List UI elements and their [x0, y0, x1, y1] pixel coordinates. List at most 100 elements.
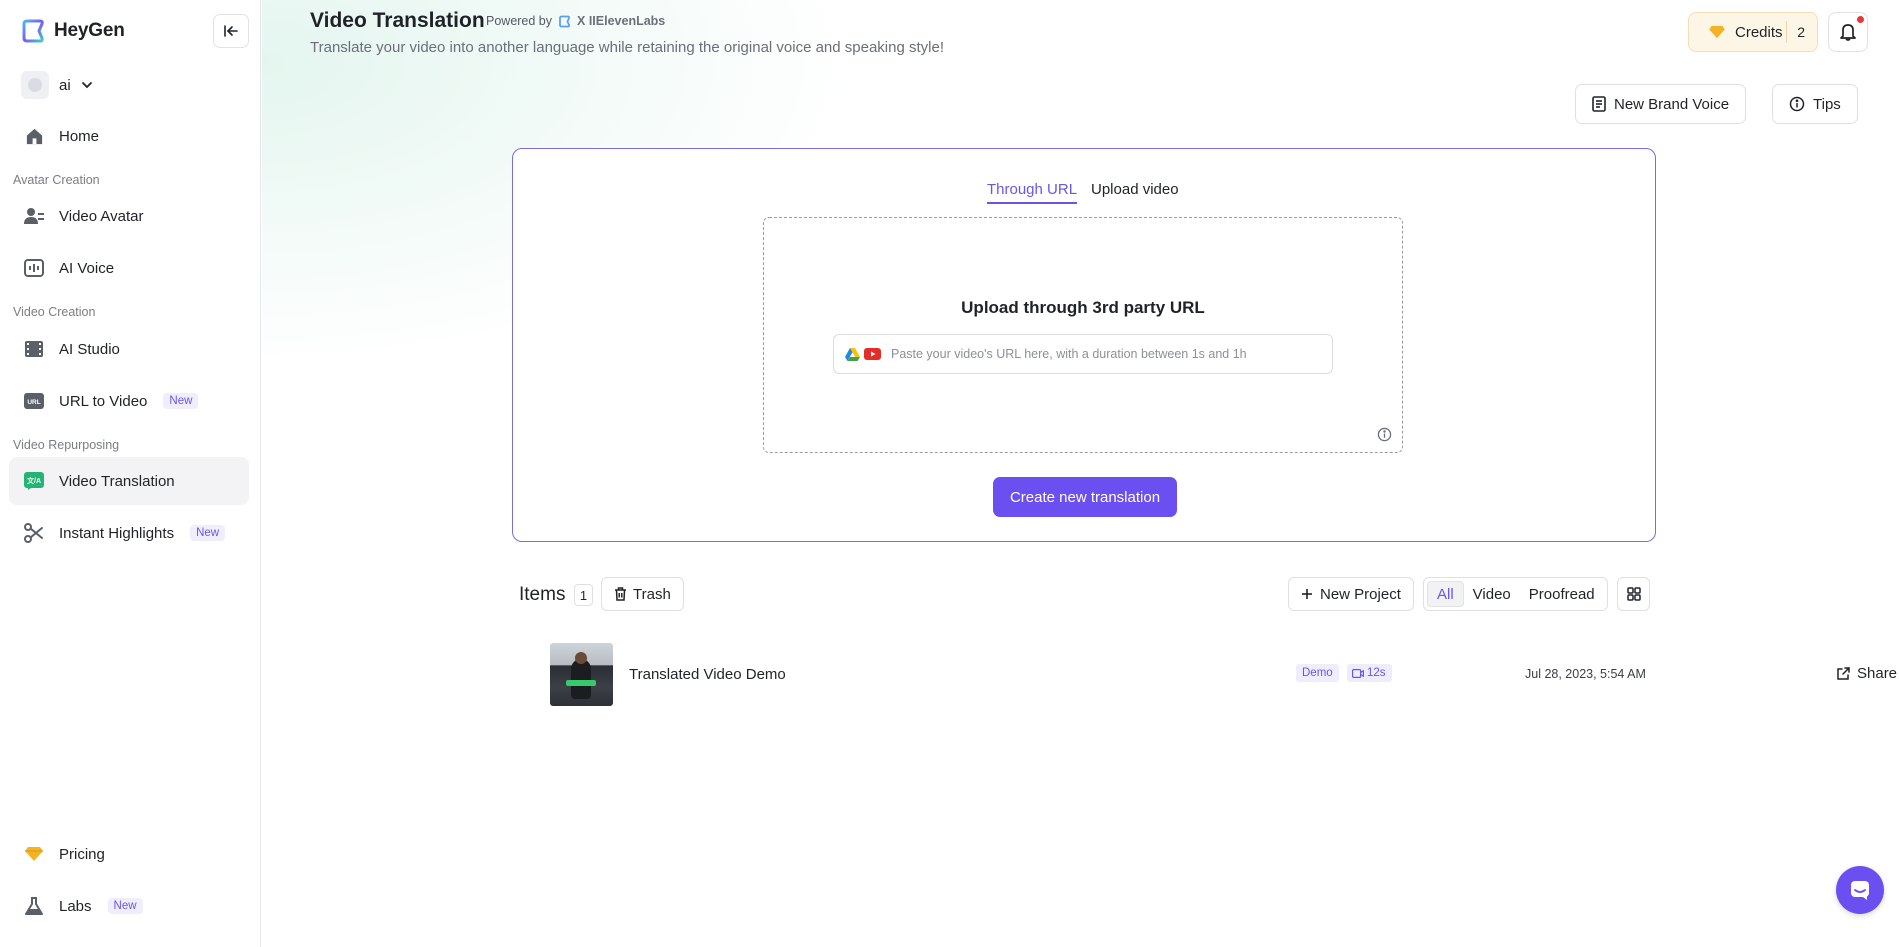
section-label-avatar-creation: Avatar Creation — [13, 173, 100, 187]
tips-button[interactable]: Tips — [1772, 84, 1858, 124]
tab-through-url[interactable]: Through URL — [987, 181, 1078, 204]
table-row[interactable]: Translated Video Demo Demo 12s Jul 28, 2… — [550, 642, 1897, 706]
svg-text:URL: URL — [27, 399, 40, 406]
plus-icon — [1302, 589, 1312, 599]
demo-badge: Demo — [1296, 664, 1339, 682]
sidebar-item-label: Labs — [59, 897, 92, 915]
filter-all[interactable]: All — [1427, 581, 1464, 607]
workspace-avatar — [21, 71, 49, 99]
sidebar-item-label: Video Avatar — [59, 207, 144, 225]
film-icon — [23, 338, 45, 360]
diamond-icon — [23, 843, 45, 865]
sidebar-item-pricing[interactable]: Pricing — [9, 830, 249, 878]
sidebar-item-instant-highlights[interactable]: Instant Highlights New — [9, 509, 249, 557]
sidebar-item-video-translation[interactable]: 文/A Video Translation — [9, 457, 249, 505]
row-date: Jul 28, 2023, 5:54 AM — [1525, 667, 1646, 681]
video-url-input[interactable] — [891, 347, 1311, 361]
share-icon — [1837, 667, 1850, 680]
diamond-icon — [1709, 25, 1725, 39]
page-subtitle: Translate your video into another langua… — [310, 39, 945, 56]
credits-button[interactable]: Credits 2 — [1688, 12, 1818, 52]
url-input-wrapper — [833, 334, 1333, 374]
sidebar-item-label: Home — [59, 127, 100, 145]
video-thumbnail[interactable] — [550, 643, 613, 706]
new-project-label: New Project — [1320, 585, 1401, 603]
sidebar-item-labs[interactable]: Labs New — [9, 882, 249, 930]
google-drive-icon — [845, 347, 860, 361]
heygen-logo-icon — [22, 19, 44, 43]
sidebar-item-label: Pricing — [59, 845, 105, 863]
home-icon — [23, 125, 45, 147]
sidebar: HeyGen ai Home Avatar Creation Video Ava… — [0, 0, 261, 947]
new-brand-voice-label: New Brand Voice — [1614, 95, 1730, 113]
brand-name: HeyGen — [54, 20, 125, 41]
sidebar-item-ai-studio[interactable]: AI Studio — [9, 325, 249, 373]
url-dropzone: Upload through 3rd party URL — [763, 217, 1403, 453]
trash-icon — [615, 587, 626, 601]
trash-button[interactable]: Trash — [601, 577, 684, 611]
notification-dot — [1857, 16, 1864, 23]
flask-icon — [23, 895, 45, 917]
powered-by-label: Powered by — [486, 14, 553, 28]
brand-logo[interactable]: HeyGen — [20, 18, 125, 44]
grid-view-button[interactable] — [1617, 577, 1650, 611]
sidebar-item-label: Video Translation — [59, 472, 175, 490]
share-label: Share — [1857, 665, 1898, 682]
new-badge: New — [163, 393, 199, 409]
workspace-name: ai — [59, 76, 71, 94]
voice-wave-icon — [23, 257, 45, 279]
sidebar-item-url-to-video[interactable]: URL URL to Video New — [9, 377, 249, 425]
sidebar-item-label: AI Voice — [59, 259, 115, 277]
collapse-sidebar-button[interactable] — [213, 14, 249, 48]
credits-count: 2 — [1786, 21, 1817, 43]
section-label-video-creation: Video Creation — [13, 305, 96, 319]
youtube-icon — [864, 348, 881, 360]
heygen-logo-icon — [559, 15, 571, 27]
scissors-icon — [23, 522, 45, 544]
new-badge: New — [107, 898, 143, 914]
new-badge: New — [190, 525, 226, 541]
duration-value: 12s — [1367, 667, 1386, 679]
sidebar-item-label: Instant Highlights — [59, 524, 175, 542]
video-camera-icon — [1352, 668, 1364, 678]
new-brand-voice-button[interactable]: New Brand Voice — [1575, 84, 1747, 124]
tips-label: Tips — [1813, 95, 1841, 113]
item-filter-group: All Video Proofread — [1423, 577, 1608, 611]
upload-card: Through URL Upload video Upload through … — [512, 148, 1656, 542]
support-chat-button[interactable] — [1836, 866, 1884, 914]
workspace-switcher[interactable]: ai — [21, 71, 93, 99]
sidebar-item-ai-voice[interactable]: AI Voice — [9, 244, 249, 292]
filter-video[interactable]: Video — [1464, 581, 1520, 607]
partner-name: X IIElevenLabs — [577, 14, 666, 28]
credits-label: Credits — [1735, 23, 1783, 41]
sidebar-item-label: URL to Video — [59, 392, 148, 410]
svg-text:文/A: 文/A — [27, 476, 41, 485]
powered-by: Powered by X IIElevenLabs — [486, 14, 665, 28]
grid-icon — [1626, 587, 1641, 601]
document-icon — [1592, 96, 1606, 112]
tab-upload-video[interactable]: Upload video — [1091, 181, 1179, 202]
items-count-badge: 1 — [574, 584, 593, 606]
trash-label: Trash — [633, 585, 671, 603]
duration-badge: 12s — [1347, 664, 1392, 682]
user-video-icon — [23, 205, 45, 227]
new-project-button[interactable]: New Project — [1288, 577, 1414, 611]
sidebar-item-label: AI Studio — [59, 340, 120, 358]
row-title[interactable]: Translated Video Demo — [629, 666, 786, 683]
bell-icon — [1840, 24, 1856, 41]
sidebar-item-video-avatar[interactable]: Video Avatar — [9, 192, 249, 240]
info-icon[interactable] — [1377, 427, 1392, 442]
share-button[interactable]: Share — [1836, 665, 1897, 682]
chevron-down-icon — [81, 82, 92, 89]
section-label-video-repurposing: Video Repurposing — [13, 438, 120, 452]
filter-proofread[interactable]: Proofread — [1520, 581, 1604, 607]
translate-icon: 文/A — [23, 470, 45, 492]
notifications-button[interactable] — [1828, 12, 1868, 52]
url-icon: URL — [23, 390, 45, 412]
dropzone-title: Upload through 3rd party URL — [961, 298, 1205, 317]
create-translation-button[interactable]: Create new translation — [993, 477, 1177, 517]
sidebar-item-home[interactable]: Home — [9, 112, 249, 160]
chat-icon — [1851, 881, 1869, 900]
items-heading: Items — [519, 584, 566, 605]
main-content: Video Translation Powered by X IIElevenL… — [262, 0, 1899, 947]
